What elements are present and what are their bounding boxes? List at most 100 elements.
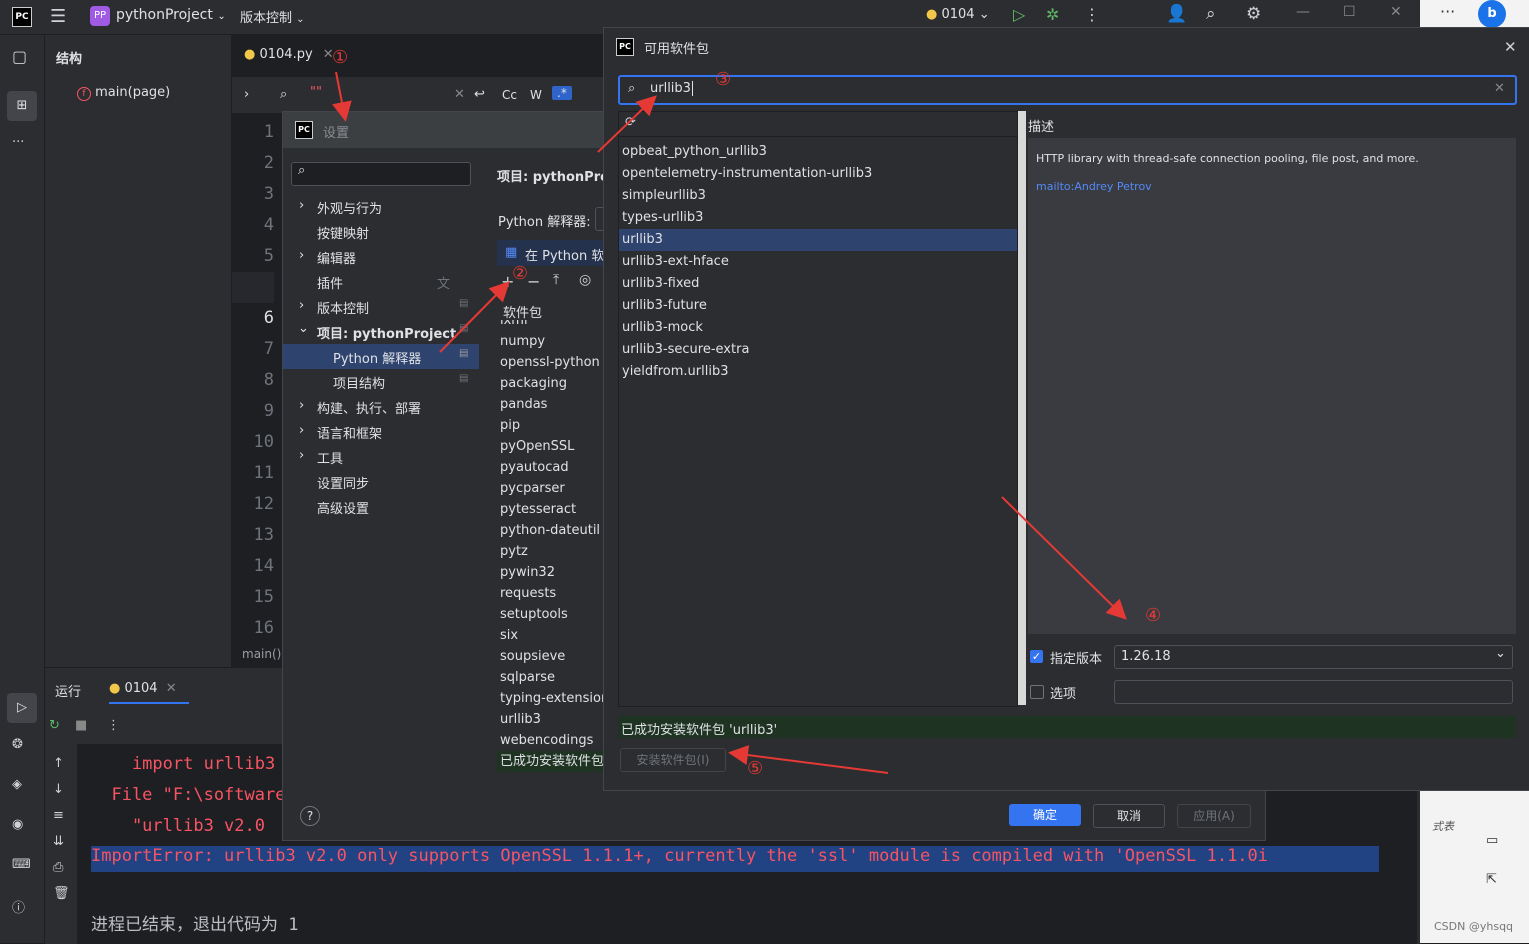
result-row[interactable]: opentelemetry-instrumentation-urllib3 [619,163,1017,185]
tree-item[interactable]: › 构建、执行、部署 [283,394,479,419]
tree-item[interactable]: 按键映射 [283,219,479,244]
result-row-selected[interactable]: urllib3 [619,229,1017,251]
add-user-icon[interactable]: 👤 [1166,4,1187,24]
print-icon[interactable]: ⎙ [53,860,63,875]
package-row[interactable]: requests [497,583,607,604]
external-link-icon[interactable]: ⇱ [1486,872,1497,887]
run-config-selector[interactable]: ● 0104 ⌄ [926,7,990,22]
find-input[interactable]: "" [310,85,322,100]
package-row[interactable]: lxml [497,320,607,331]
apply-button[interactable]: 应用(A) [1177,804,1251,828]
tree-item[interactable]: › 工具 [283,444,479,469]
more-icon[interactable]: ⋮ [1084,5,1100,24]
install-package-button[interactable]: 安装软件包(I) [620,748,726,772]
package-row[interactable]: packaging [497,373,607,394]
package-row[interactable]: pytz [497,541,607,562]
clear-icon[interactable]: ✕ [1494,81,1505,96]
author-link[interactable]: mailto:Andrey Petrov [1036,180,1152,193]
close-icon[interactable]: ✕ [166,681,177,696]
layers-icon[interactable]: ◈ [12,777,22,792]
settings-search-input[interactable]: ⌕ [291,162,471,186]
package-row[interactable]: numpy [497,331,607,352]
package-row[interactable]: six [497,625,607,646]
services-icon[interactable]: ◉ [12,817,23,832]
package-row[interactable]: pywin32 [497,562,607,583]
package-row[interactable]: sqlparse [497,667,607,688]
problems-icon[interactable]: ⓘ [12,897,25,916]
regex-toggle[interactable]: .* [552,86,572,100]
rerun-icon[interactable]: ↻ [49,718,60,733]
minimize-icon[interactable]: — [1296,4,1310,20]
stop-icon[interactable]: ■ [75,718,87,733]
gear-icon[interactable]: ⚙ [1246,4,1261,24]
bing-icon[interactable]: b [1478,0,1506,28]
search-icon[interactable]: ⌕ [1206,4,1216,24]
more-icon[interactable]: ··· [12,135,24,150]
run-tab[interactable]: ● 0104 ✕ [109,681,189,704]
trash-icon[interactable]: 🗑 [53,886,70,901]
result-row[interactable]: yieldfrom.urllib3 [619,361,1017,383]
package-row[interactable]: openssl-python [497,352,607,373]
tree-item[interactable]: › 编辑器 [283,244,479,269]
result-row[interactable]: urllib3-secure-extra [619,339,1017,361]
vcs-menu[interactable]: 版本控制 ⌄ [240,7,305,26]
breadcrumb[interactable]: main() [242,647,281,661]
result-row[interactable]: urllib3-future [619,295,1017,317]
more-icon[interactable]: ⋮ [107,718,120,733]
run-tool-button[interactable]: ▷ [7,693,37,723]
package-row[interactable]: typing-extensior [497,688,607,709]
result-row[interactable]: urllib3-mock [619,317,1017,339]
result-row[interactable]: opbeat_python_urllib3 [619,141,1017,163]
tree-item[interactable]: 高级设置 [283,494,479,519]
tree-item[interactable]: 项目结构 ▤ [283,369,479,394]
square-icon[interactable]: ▭ [1486,833,1498,848]
arrow-up-icon[interactable]: ↑ [53,756,64,771]
project-selector[interactable]: pythonProject ⌄ [116,7,226,23]
chevron-right-icon[interactable]: › [244,87,249,102]
maximize-icon[interactable]: ☐ [1343,4,1356,20]
package-row[interactable]: pandas [497,394,607,415]
splitter[interactable] [1018,111,1026,705]
close-icon[interactable]: ✕ [1390,4,1402,20]
whole-word-toggle[interactable]: W [530,88,542,102]
upgrade-icon[interactable]: ⤒ [553,272,559,288]
structure-item[interactable]: f main(page) [77,85,170,101]
editor-tab[interactable]: ● 0104.py ✕ [244,47,334,62]
debug-icon[interactable]: ✲ [1046,5,1059,24]
soft-wrap-icon[interactable]: ≡ [53,808,64,823]
package-row[interactable]: pytesseract [497,499,607,520]
python-console-icon[interactable]: ❂ [12,737,23,752]
package-row[interactable]: pyautocad [497,457,607,478]
terminal-icon[interactable]: ⌨ [12,857,31,872]
refresh-icon[interactable]: ⟳ [625,115,636,130]
tree-item[interactable]: 插件 文 [283,269,479,294]
package-row[interactable]: urllib3 [497,709,607,730]
package-row[interactable]: webencodings [497,730,607,751]
newline-icon[interactable]: ↩ [474,87,485,102]
remove-package-icon[interactable]: − [527,272,540,291]
ok-button[interactable]: 确定 [1009,804,1081,826]
more-icon[interactable]: ··· [1440,2,1455,21]
tree-item[interactable]: › 版本控制 ▤ [283,294,479,319]
options-input[interactable] [1114,680,1513,704]
main-menu-icon[interactable]: ☰ [50,6,66,27]
package-row[interactable]: soupsieve [497,646,607,667]
specify-version-checkbox[interactable]: ✓ [1030,650,1043,663]
close-icon[interactable]: ✕ [1504,38,1517,56]
package-row[interactable]: setuptools [497,604,607,625]
tree-item[interactable]: ⌄ 项目: pythonProject ▤ [283,319,479,344]
options-checkbox[interactable] [1030,685,1044,699]
help-button[interactable]: ? [300,806,320,826]
package-row[interactable]: python-dateutil [497,520,607,541]
scroll-end-icon[interactable]: ⇊ [53,834,64,849]
run-icon[interactable]: ▷ [1013,5,1025,24]
package-row[interactable]: pyOpenSSL [497,436,607,457]
tree-item[interactable]: › 语言和框架 [283,419,479,444]
version-select[interactable]: 1.26.18 ⌄ [1114,645,1513,669]
tree-item[interactable]: 设置同步 [283,469,479,494]
cancel-button[interactable]: 取消 [1093,804,1165,828]
arrow-down-icon[interactable]: ↓ [53,782,64,797]
tree-item[interactable]: › 外观与行为 [283,194,479,219]
folder-icon[interactable]: ▢ [12,47,27,66]
clear-icon[interactable]: ✕ [454,87,465,102]
